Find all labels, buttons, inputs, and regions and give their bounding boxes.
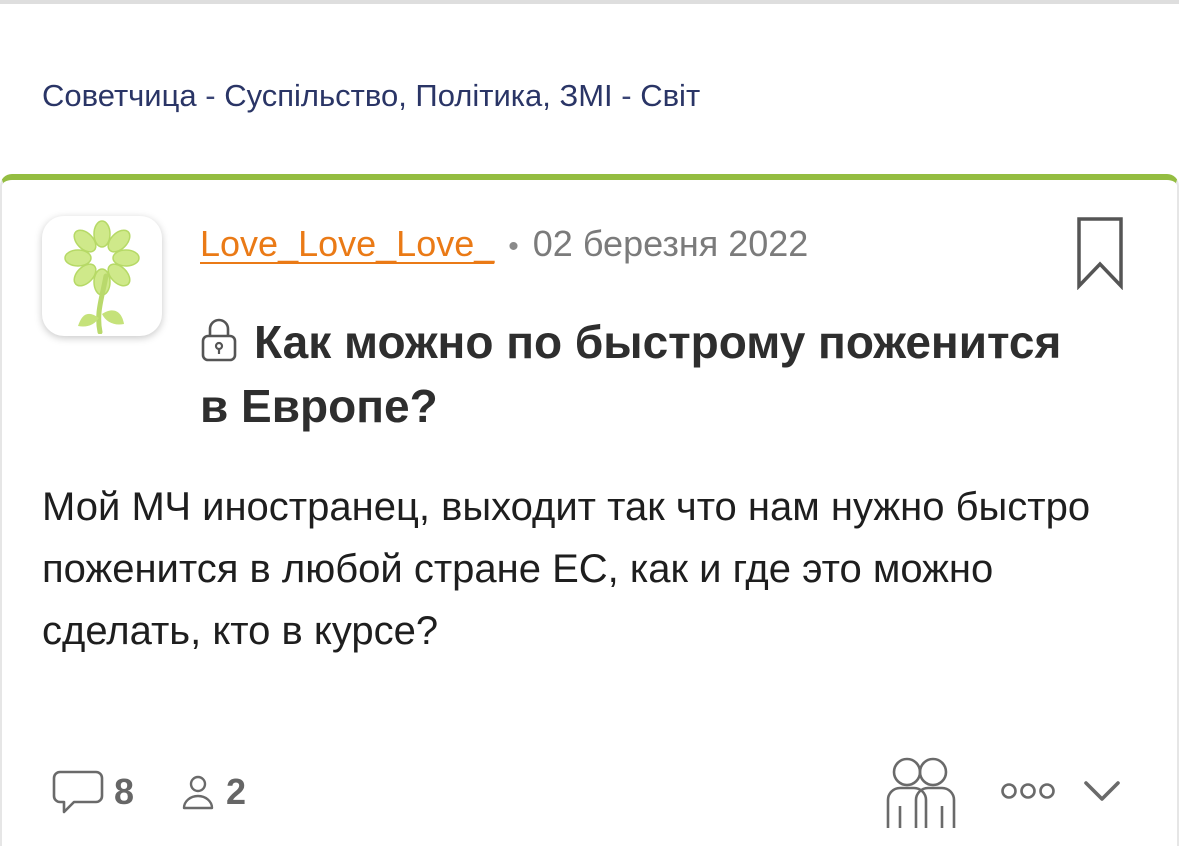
breadcrumb-section-link[interactable]: Суспільство, Політика, ЗМІ [224,78,612,113]
page: Советчица - Суспільство, Політика, ЗМІ -… [0,0,1179,846]
post-meta: Love_Love_Love_ • 02 березня 2022 [200,222,808,269]
comments-stat[interactable]: 8 [52,770,134,814]
author-link[interactable]: Love_Love_Love_ [200,223,494,264]
comments-count: 8 [114,771,135,812]
breadcrumb-site-link[interactable]: Советчица [42,78,197,113]
chevron-down-icon [1084,781,1120,801]
post-body: Мой МЧ иностранец, выходит так что нам н… [42,485,1091,653]
breadcrumb: Советчица - Суспільство, Політика, ЗМІ -… [42,78,700,114]
more-dots-icon [1001,783,1055,799]
participants-count: 2 [226,771,247,812]
lock-icon [200,316,238,376]
more-options-button[interactable] [1000,780,1056,807]
comment-bubble-icon [52,770,104,814]
people-group-icon [886,757,956,828]
expand-button[interactable] [1082,778,1122,809]
breadcrumb-separator: - [196,78,225,113]
bookmark-icon [1077,217,1123,291]
people-group-button[interactable] [882,756,960,835]
post-date: 02 березня 2022 [532,223,809,264]
top-divider [0,0,1179,4]
meta-separator-dot: • [508,230,519,263]
post-title[interactable]: Как можно по быстрому поженится в Европе… [200,312,1100,436]
breadcrumb-subsection-link[interactable]: Світ [640,78,700,113]
author-avatar[interactable] [42,216,162,336]
breadcrumb-separator: - [612,78,641,113]
flower-logo-icon [64,220,140,334]
person-icon [182,775,214,810]
post-stats: 8 2 [52,770,246,814]
post-title-text: Как можно по быстрому поженится в Европе… [200,316,1062,432]
participants-stat[interactable]: 2 [180,771,246,813]
bookmark-button[interactable] [1075,216,1125,295]
